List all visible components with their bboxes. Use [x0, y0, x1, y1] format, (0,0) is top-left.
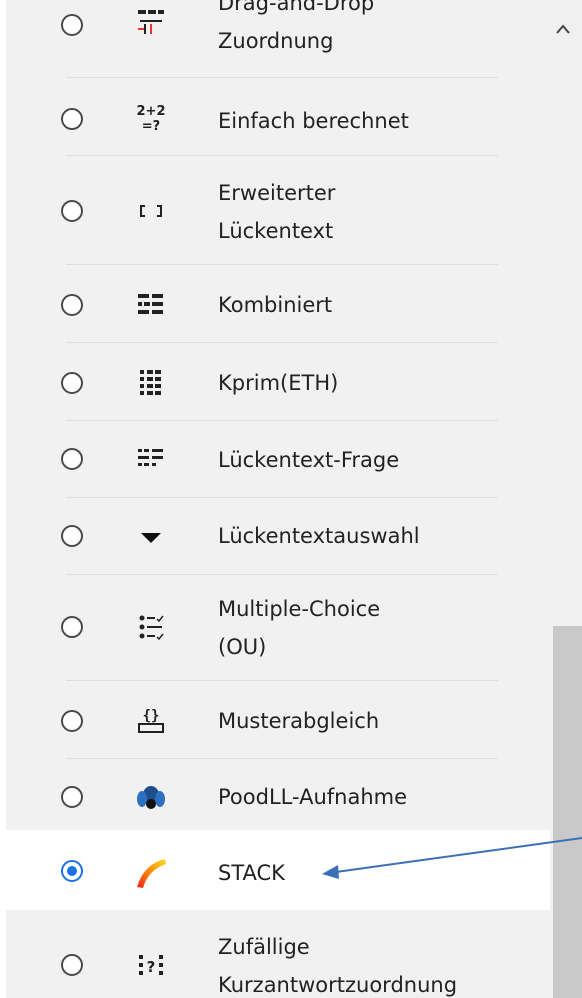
- annotation-arrow: [322, 837, 582, 879]
